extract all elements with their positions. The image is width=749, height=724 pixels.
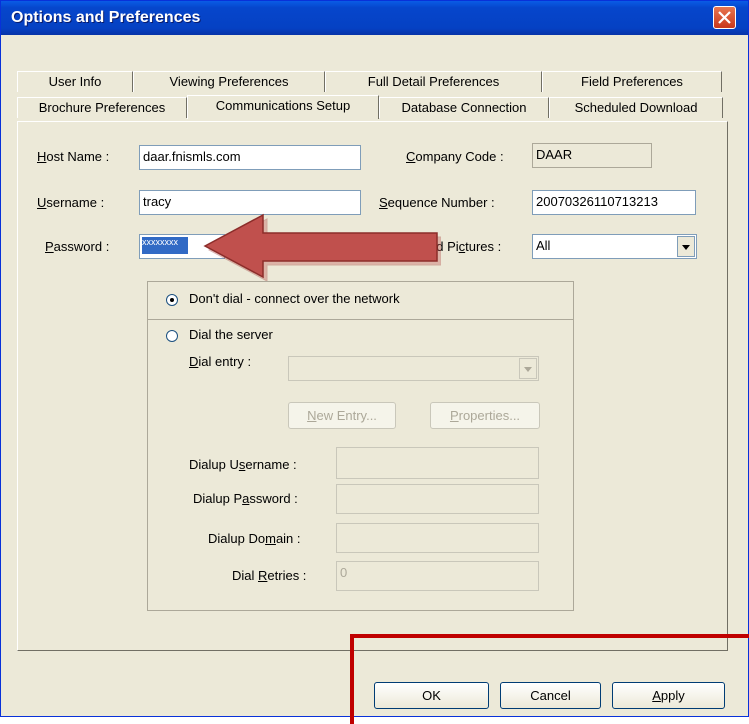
sequence-number-label: Sequence Number :	[379, 195, 495, 210]
properties-mnemonic: P	[449, 408, 459, 423]
dialup-domain-text-c: ain :	[275, 531, 301, 546]
red-highlight-annotation	[350, 634, 749, 724]
dial-entry-label: Dial entry :	[189, 354, 251, 369]
sequence-label-text: equence Number :	[387, 195, 495, 210]
host-name-label-text: ost Name :	[46, 149, 110, 164]
pictures-label-text-c: tures :	[465, 239, 502, 254]
dial-entry-mnemonic: D	[189, 354, 199, 369]
tab-field-preferences[interactable]: Field Preferences	[542, 71, 722, 92]
dialup-username-text-a: Dialup U	[189, 457, 239, 472]
tab-label: Communications Setup	[215, 98, 351, 113]
tab-label: Brochure Preferences	[38, 100, 166, 115]
host-name-label: Host Name :	[37, 149, 109, 164]
dialup-domain-field[interactable]	[336, 523, 539, 553]
tab-label: User Info	[48, 74, 102, 89]
download-pictures-select[interactable]: All	[532, 234, 697, 259]
tab-communications-setup[interactable]: Communications Setup	[187, 95, 379, 119]
dont-dial-radio[interactable]	[166, 294, 178, 306]
dial-retries-text-a: Dial	[232, 568, 259, 583]
dialup-password-text-a: Dialup P	[193, 491, 243, 506]
company-code-field: DAAR	[532, 143, 652, 168]
properties-label: roperties...	[458, 408, 521, 423]
dont-dial-label: Don't dial - connect over the network	[189, 291, 400, 306]
download-pictures-value: All	[536, 238, 551, 253]
tab-row-top: User Info Viewing Preferences Full Detai…	[17, 71, 728, 93]
dialup-domain-text-a: Dialup Do	[208, 531, 266, 546]
tab-label: Scheduled Download	[574, 100, 698, 115]
title-bar[interactable]: Options and Preferences	[1, 1, 748, 35]
sequence-number-field[interactable]: 20070326110713213	[532, 190, 696, 215]
new-entry-button[interactable]: New Entry...	[288, 402, 396, 429]
tab-label: Viewing Preferences	[169, 74, 289, 89]
chevron-down-icon	[524, 367, 532, 372]
tab-label: Full Detail Preferences	[367, 74, 500, 89]
username-mnemonic: U	[37, 195, 47, 210]
tab-label: Database Connection	[401, 100, 527, 115]
dialup-password-field[interactable]	[336, 484, 539, 514]
dialup-password-text-c: ssword :	[249, 491, 298, 506]
username-label: Username :	[37, 195, 104, 210]
close-icon	[718, 11, 731, 24]
tab-viewing-preferences[interactable]: Viewing Preferences	[133, 71, 325, 92]
company-code-label: Company Code :	[406, 149, 504, 164]
password-mnemonic: P	[45, 239, 54, 254]
username-label-text: sername :	[46, 195, 105, 210]
dialup-username-label: Dialup Username :	[189, 457, 297, 472]
password-selected-text: xxxxxxxx	[142, 237, 188, 254]
dialup-domain-mnemonic: m	[265, 531, 276, 546]
tab-database-connection[interactable]: Database Connection	[379, 97, 549, 118]
dialup-domain-label: Dialup Domain :	[208, 531, 301, 546]
window-title: Options and Preferences	[11, 9, 201, 26]
tab-brochure-preferences[interactable]: Brochure Preferences	[17, 97, 187, 118]
tab-user-info[interactable]: User Info	[17, 71, 133, 92]
close-button[interactable]	[713, 6, 736, 29]
dial-retries-text-c: etries :	[267, 568, 307, 583]
group-divider	[147, 319, 574, 320]
dialup-username-text-c: ername :	[245, 457, 297, 472]
dial-entry-select[interactable]	[288, 356, 539, 381]
download-pictures-dropdown-button[interactable]	[677, 236, 695, 257]
host-name-mnemonic: H	[37, 149, 47, 164]
dial-server-radio[interactable]	[166, 330, 178, 342]
dial-retries-label: Dial Retries :	[232, 568, 306, 583]
password-label-text: assword :	[53, 239, 110, 254]
dial-server-label: Dial the server	[189, 327, 273, 342]
tab-full-detail-preferences[interactable]: Full Detail Preferences	[325, 71, 542, 92]
dialup-password-label: Dialup Password :	[193, 491, 298, 506]
dial-entry-label-text: ial entry :	[198, 354, 252, 369]
host-name-field[interactable]: daar.fnismls.com	[139, 145, 361, 170]
tab-row-bottom: Brochure Preferences Communications Setu…	[17, 95, 728, 119]
red-arrow-annotation	[203, 213, 441, 282]
new-entry-label: ew Entry...	[316, 408, 377, 423]
company-code-label-text: ompany Code :	[415, 149, 504, 164]
dial-entry-dropdown-button[interactable]	[519, 358, 537, 379]
chevron-down-icon	[682, 245, 690, 250]
sequence-mnemonic: S	[379, 195, 388, 210]
dial-retries-mnemonic: R	[258, 568, 268, 583]
tab-label: Field Preferences	[581, 74, 683, 89]
properties-button[interactable]: Properties...	[430, 402, 540, 429]
dial-retries-field[interactable]: 0	[336, 561, 539, 591]
company-code-mnemonic: C	[406, 149, 416, 164]
dialup-username-field[interactable]	[336, 447, 539, 479]
password-label: Password :	[45, 239, 109, 254]
options-dialog: Options and Preferences User Info Viewin…	[0, 0, 749, 717]
tab-scheduled-download[interactable]: Scheduled Download	[549, 97, 723, 118]
